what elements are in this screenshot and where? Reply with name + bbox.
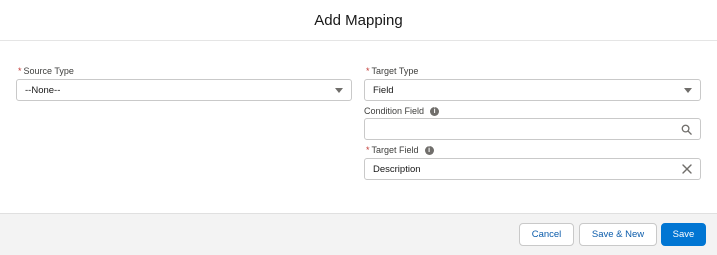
info-icon[interactable]: i: [430, 106, 440, 116]
condition-field-input[interactable]: [364, 118, 701, 140]
target-field-value: Description: [373, 163, 421, 175]
source-type-value: --None--: [25, 84, 61, 96]
required-marker: *: [366, 66, 370, 76]
target-type-label: * Target Type: [366, 66, 418, 76]
save-and-new-button[interactable]: Save & New: [579, 223, 657, 246]
close-icon[interactable]: [682, 164, 692, 174]
info-icon[interactable]: i: [424, 145, 434, 155]
save-button[interactable]: Save: [661, 223, 706, 246]
condition-field-label-text: Condition Field: [364, 106, 425, 116]
required-marker: *: [18, 66, 22, 76]
cancel-button[interactable]: Cancel: [519, 223, 574, 246]
modal-header: Add Mapping: [0, 0, 717, 41]
chevron-down-icon: [335, 87, 343, 93]
modal-footer: Cancel Save & New Save: [0, 213, 717, 255]
condition-field-label: Condition Field i: [364, 106, 440, 116]
target-type-select[interactable]: Field: [364, 79, 701, 101]
modal-title: Add Mapping: [314, 11, 403, 29]
required-marker: *: [366, 145, 370, 155]
modal-body: * Source Type --None-- * Target Type Fie…: [0, 41, 717, 213]
target-field-input[interactable]: Description: [364, 158, 701, 180]
source-type-label: * Source Type: [18, 66, 74, 76]
source-type-label-text: Source Type: [23, 66, 74, 76]
target-field-label: * Target Field i: [366, 145, 434, 155]
search-icon[interactable]: [681, 124, 692, 135]
target-type-value: Field: [373, 84, 394, 96]
source-type-select[interactable]: --None--: [16, 79, 352, 101]
target-type-label-text: Target Type: [371, 66, 419, 76]
chevron-down-icon: [684, 87, 692, 93]
target-field-label-text: Target Field: [371, 145, 419, 155]
